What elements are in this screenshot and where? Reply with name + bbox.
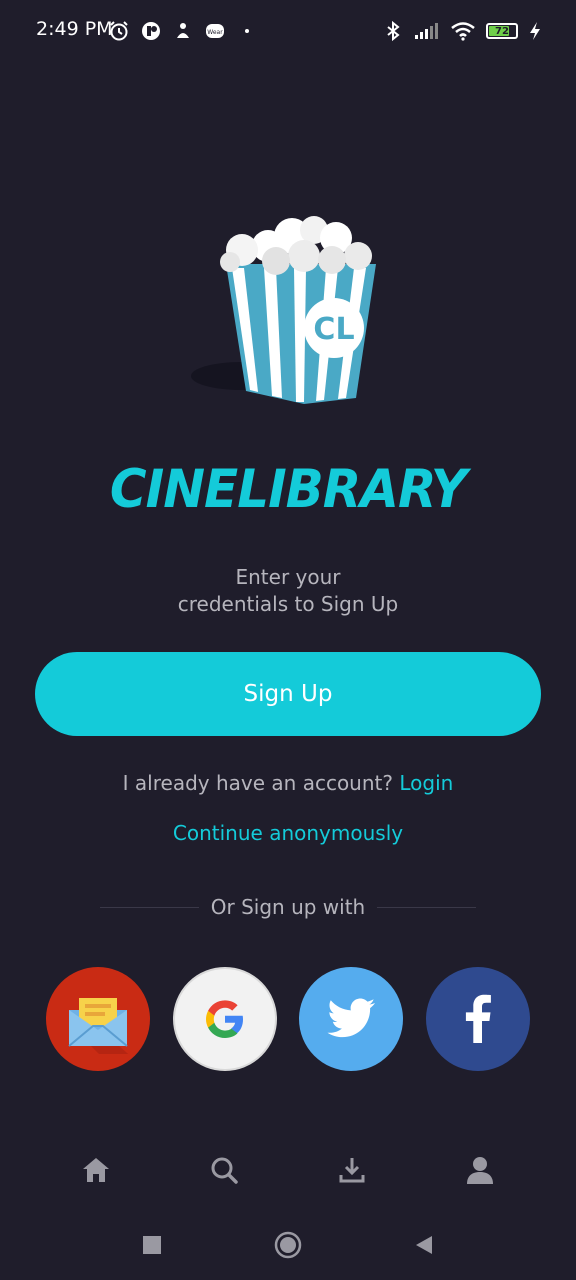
dot-icon	[236, 20, 258, 42]
subtitle-line-1: Enter your	[235, 565, 341, 589]
status-time: 2:49 PM	[36, 18, 113, 40]
download-icon	[339, 1158, 365, 1183]
wifi-icon	[450, 20, 476, 42]
google-signup-button[interactable]	[172, 967, 277, 1071]
divider-line-right	[377, 906, 476, 908]
app-logo: CL	[186, 206, 386, 406]
bottom-nav	[0, 1140, 576, 1200]
system-nav-bar	[0, 1220, 576, 1270]
home-icon	[83, 1158, 109, 1182]
login-link[interactable]: Login	[399, 771, 453, 795]
signal-icon	[414, 20, 440, 42]
square-icon	[143, 1236, 161, 1254]
login-prompt: I already have an account?	[122, 771, 393, 795]
recents-button[interactable]	[132, 1225, 172, 1265]
back-triangle-icon	[416, 1236, 432, 1254]
continue-anonymously-link[interactable]: Continue anonymously	[0, 821, 576, 845]
nav-home[interactable]	[66, 1140, 126, 1200]
email-signup-button[interactable]	[46, 967, 150, 1071]
subtitle-line-2: credentials to Sign Up	[177, 592, 399, 616]
svg-text:Wear: Wear	[207, 29, 223, 36]
facebook-signup-button[interactable]	[425, 967, 530, 1071]
battery-level: 72	[495, 25, 509, 37]
brand-name: CINELIBRARY	[109, 458, 467, 520]
charging-icon	[528, 20, 542, 42]
notification-icon	[172, 20, 194, 42]
sign-up-button[interactable]: Sign Up	[35, 652, 541, 736]
nav-downloads[interactable]	[322, 1140, 382, 1200]
nav-profile[interactable]	[450, 1140, 510, 1200]
profile-icon	[467, 1157, 493, 1184]
app-icon	[140, 20, 162, 42]
social-divider: Or Sign up with	[100, 895, 476, 919]
search-icon	[211, 1157, 238, 1184]
facebook-icon	[465, 994, 491, 1043]
logo-text: CL	[313, 312, 354, 347]
circle-icon	[274, 1231, 302, 1259]
bluetooth-icon	[382, 20, 404, 42]
battery-icon: 72	[486, 23, 518, 39]
popcorn-logo-icon: CL	[191, 216, 376, 404]
divider-line-left	[100, 906, 199, 908]
envelope-icon	[68, 998, 129, 1054]
status-icons-right: 72	[382, 20, 542, 42]
login-prompt-row: I already have an account? Login	[0, 771, 576, 795]
subtitle: Enter your credentials to Sign Up	[0, 564, 576, 618]
social-login-row	[46, 967, 530, 1071]
status-icons-left: Wear	[108, 20, 258, 42]
google-icon	[205, 1000, 243, 1038]
alarm-icon	[108, 20, 130, 42]
twitter-icon	[327, 998, 376, 1038]
divider-text: Or Sign up with	[210, 895, 366, 919]
nav-search[interactable]	[194, 1140, 254, 1200]
back-button[interactable]	[404, 1225, 444, 1265]
status-bar: 2:49 PM Wear 72	[0, 0, 576, 64]
wear-icon: Wear	[204, 20, 226, 42]
home-system-button[interactable]	[268, 1225, 308, 1265]
twitter-signup-button[interactable]	[299, 967, 404, 1071]
